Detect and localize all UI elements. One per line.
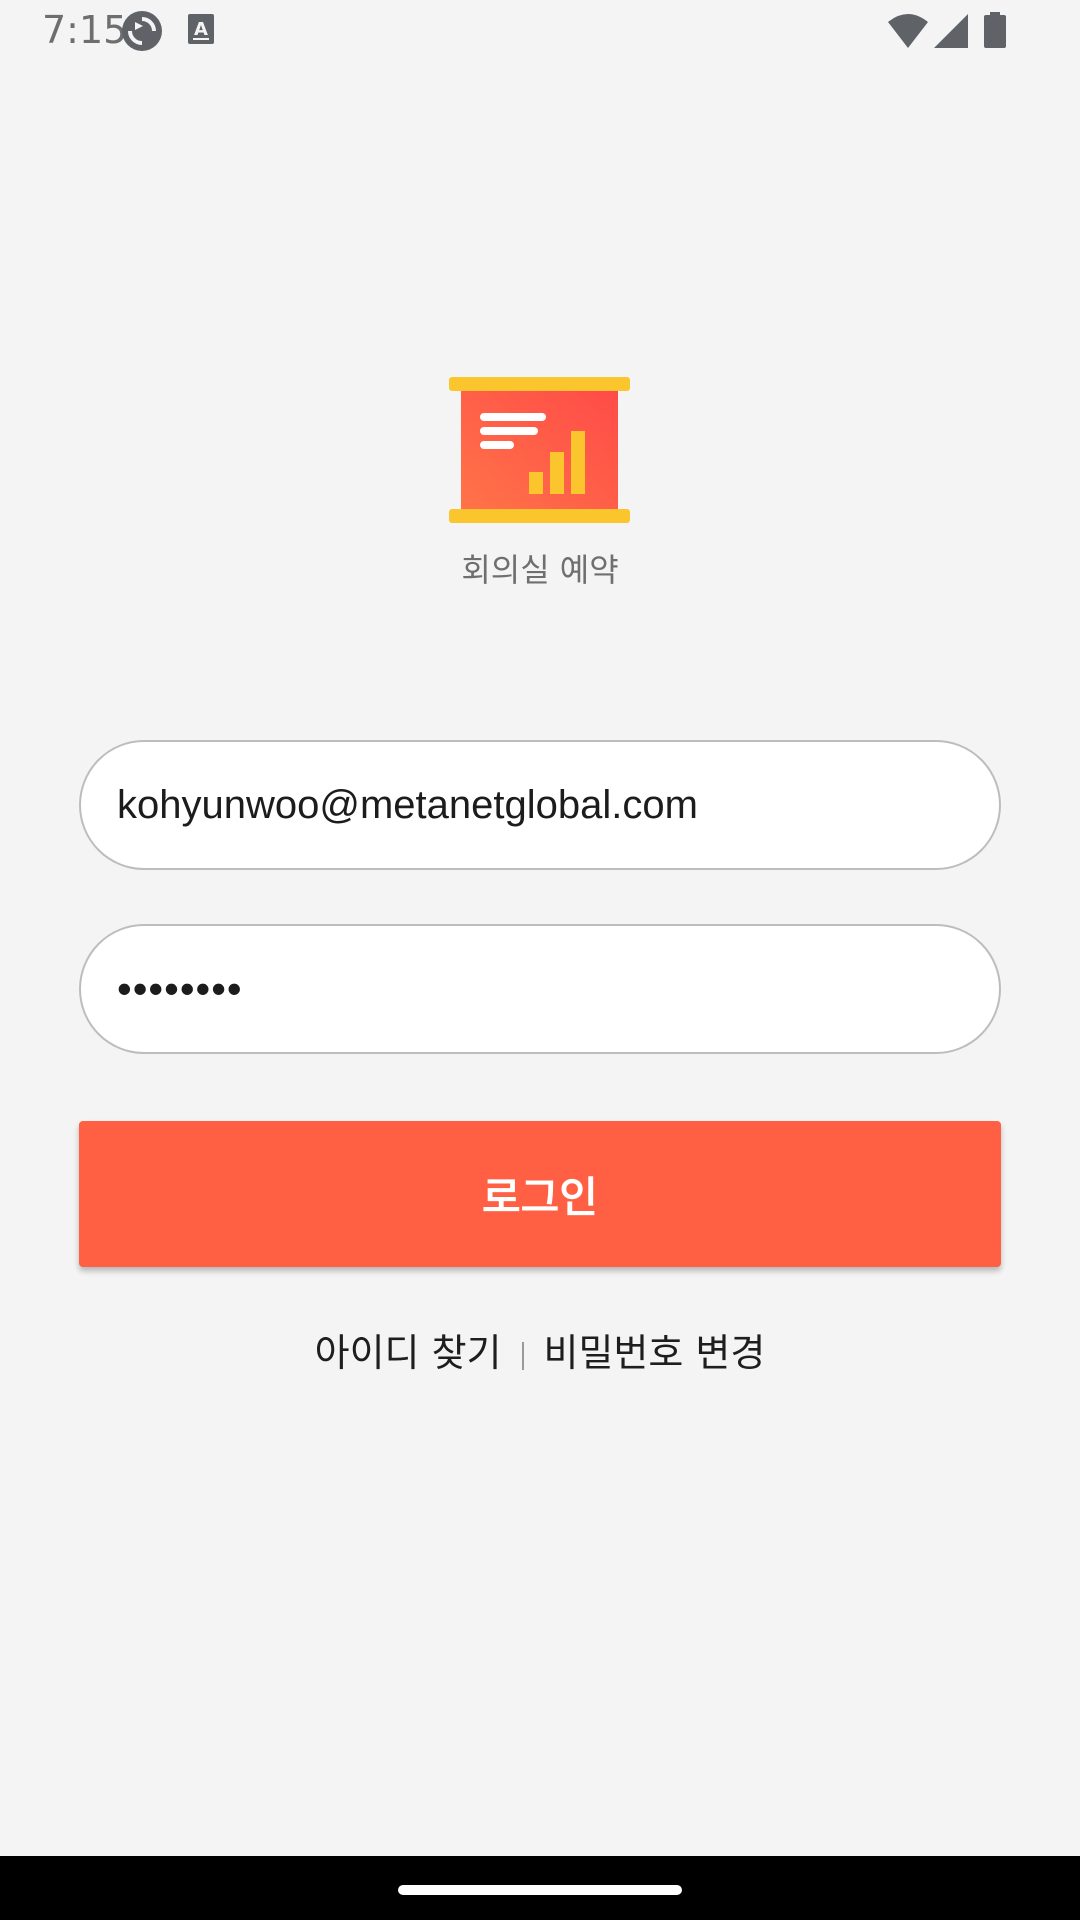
find-id-link[interactable]: 아이디 찾기 [315, 1331, 502, 1375]
status-bar: 7:15 A [0, 0, 1080, 62]
navigation-bar [0, 1856, 1080, 1920]
status-time: 7:15 [42, 8, 128, 52]
email-field[interactable] [79, 740, 1001, 870]
login-button[interactable]: 로그인 [79, 1121, 1001, 1267]
change-password-link[interactable]: 비밀번호 변경 [544, 1331, 766, 1375]
svg-text:A: A [194, 19, 208, 40]
app-title: 회의실 예약 [461, 551, 619, 589]
presentation-chart-icon [449, 377, 630, 523]
link-divider [521, 1341, 524, 1370]
password-field[interactable] [79, 924, 1001, 1054]
signal-icon [934, 14, 968, 48]
home-indicator[interactable] [398, 1885, 682, 1895]
wifi-icon [888, 14, 928, 48]
text-a-icon: A [188, 14, 214, 44]
battery-icon [984, 12, 1006, 48]
sync-icon [122, 11, 162, 51]
account-links: 아이디 찾기 비밀번호 변경 [0, 1328, 1080, 1378]
